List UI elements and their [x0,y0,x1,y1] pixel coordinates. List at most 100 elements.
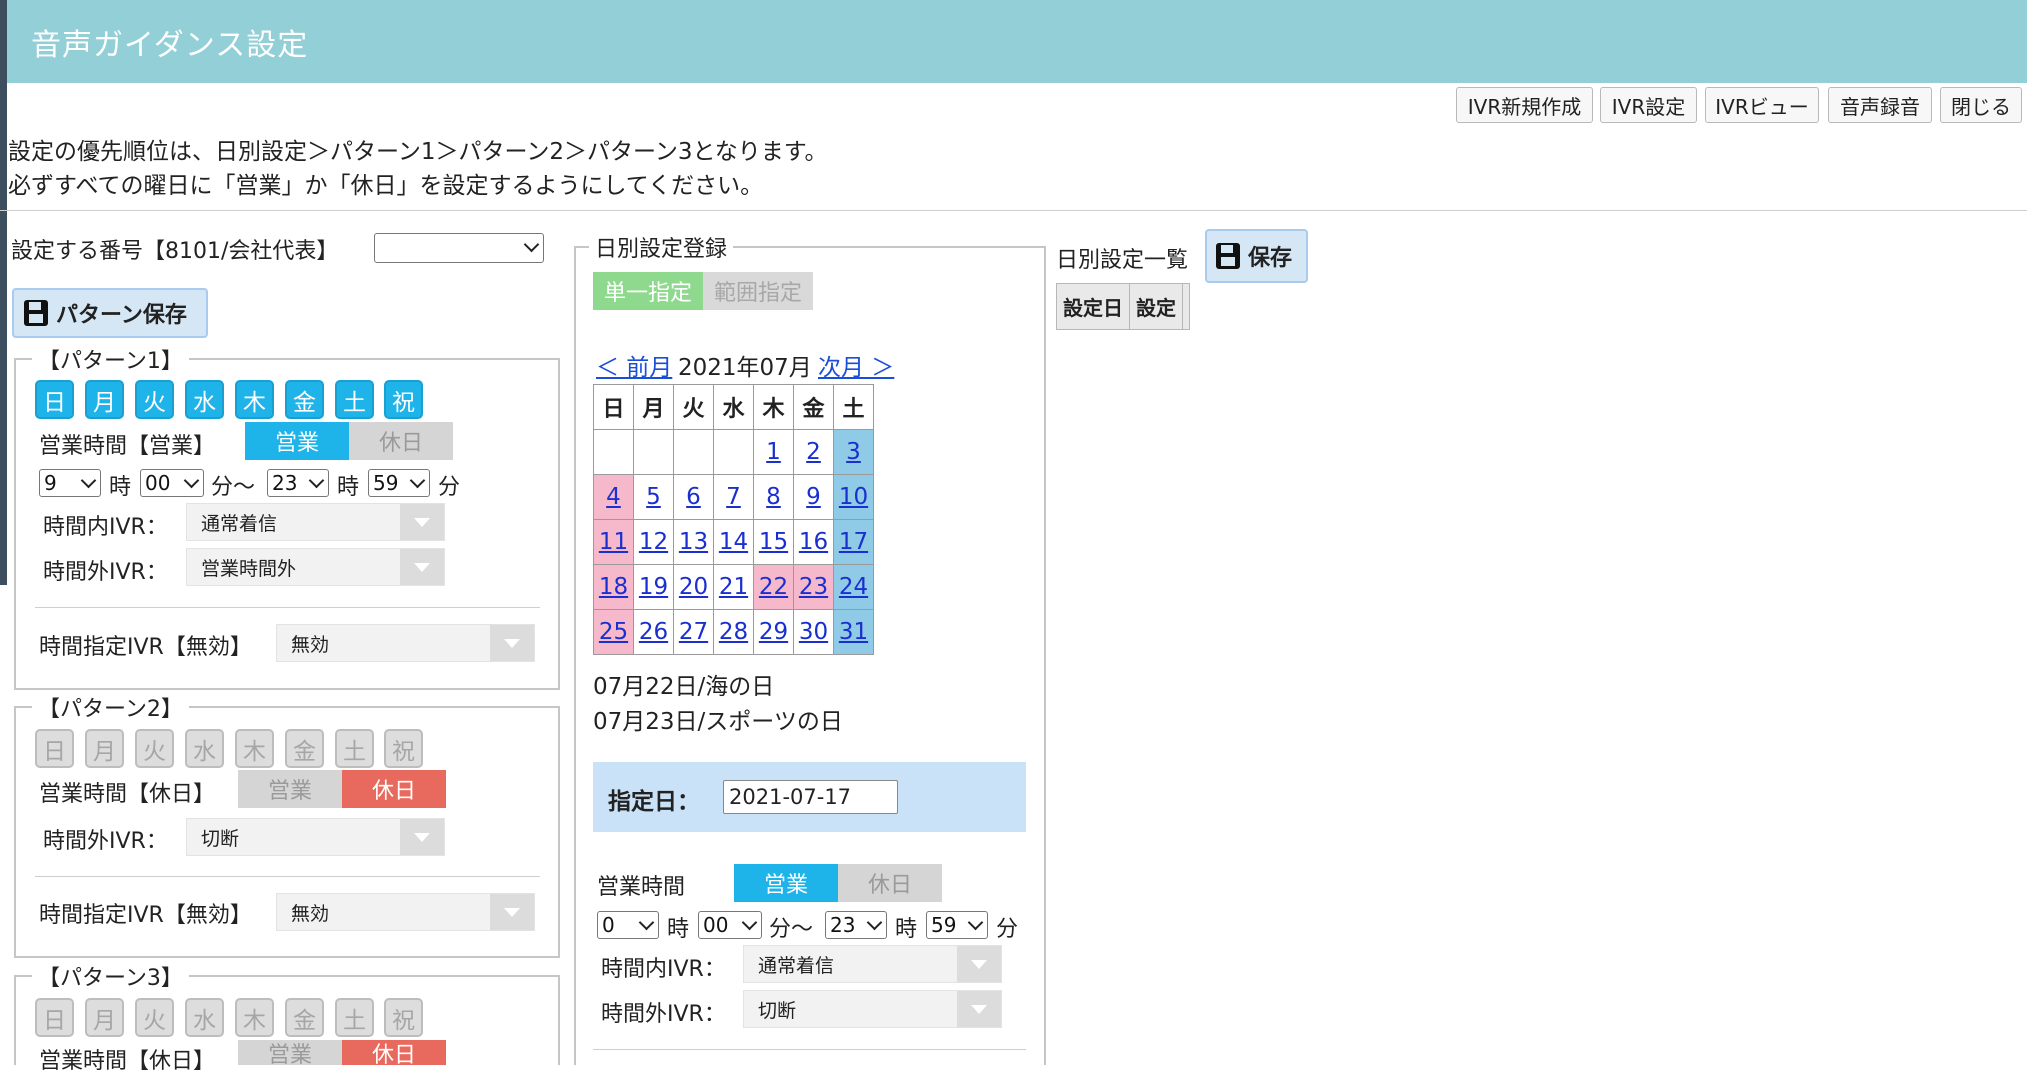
p1-day-sun[interactable]: 日 [35,380,74,419]
ivr-settings-button[interactable]: IVR設定 [1600,87,1697,123]
p2-closed-toggle[interactable]: 休日 [342,770,446,808]
calendar-day-link[interactable]: 16 [799,529,828,555]
calendar-day-link[interactable]: 27 [679,619,708,645]
ivr-view-button[interactable]: IVRビュー [1705,87,1819,123]
p1-in-ivr-select[interactable]: 通常着信 [186,503,445,541]
p1-day-holiday[interactable]: 祝 [384,380,423,419]
p2-day-mon[interactable]: 月 [85,729,124,768]
app-header: 音声ガイダンス設定 [0,0,2027,83]
pattern-save-button[interactable]: パターン保存 [12,288,208,338]
calendar-day-link[interactable]: 15 [759,529,788,555]
calendar-day-link[interactable]: 30 [799,619,828,645]
p1-timed-ivr-select[interactable]: 無効 [276,624,535,662]
daily-closed-toggle[interactable]: 休日 [838,864,942,902]
calendar-day-link[interactable]: 24 [839,574,868,600]
calendar-day-link[interactable]: 5 [646,484,661,510]
p1-day-tue[interactable]: 火 [135,380,174,419]
calendar-day-link[interactable]: 20 [679,574,708,600]
p2-day-tue[interactable]: 火 [135,729,174,768]
p2-day-wed[interactable]: 水 [185,729,224,768]
p1-day-fri[interactable]: 金 [285,380,324,419]
p3-day-sun[interactable]: 日 [35,998,74,1037]
daily-start-hour-select[interactable]: 0 [597,911,659,939]
p2-timed-ivr-select[interactable]: 無効 [276,893,535,931]
calendar-day-link[interactable]: 23 [799,574,828,600]
daily-end-min-select[interactable]: 59 [926,911,988,939]
p3-day-tue[interactable]: 火 [135,998,174,1037]
daily-open-toggle[interactable]: 営業 [734,864,838,902]
voice-record-button[interactable]: 音声録音 [1828,87,1932,123]
ivr-new-button[interactable]: IVR新規作成 [1456,87,1593,123]
calendar-day-cell: 15 [753,519,794,565]
daily-end-hour-select[interactable]: 23 [825,911,887,939]
daily-save-button[interactable]: 保存 [1205,229,1308,283]
calendar-day-link[interactable]: 21 [719,574,748,600]
number-select[interactable] [374,233,544,263]
calendar-day-cell: 11 [593,519,634,565]
p1-day-thu[interactable]: 木 [235,380,274,419]
p3-day-wed[interactable]: 水 [185,998,224,1037]
calendar-day-link[interactable]: 31 [839,619,868,645]
calendar-day-link[interactable]: 6 [686,484,701,510]
p1-end-min-select[interactable]: 59 [368,469,430,497]
p2-day-thu[interactable]: 木 [235,729,274,768]
p3-day-fri[interactable]: 金 [285,998,324,1037]
calendar-day-link[interactable]: 13 [679,529,708,555]
weekday-header: 月 [633,384,674,430]
p1-start-hour-select[interactable]: 9 [39,469,101,497]
range-mode-tab[interactable]: 範囲指定 [703,272,813,310]
calendar-day-link[interactable]: 8 [766,484,781,510]
calendar-day-link[interactable]: 4 [606,484,621,510]
daily-in-ivr-label: 時間内IVR： [601,957,726,982]
p3-closed-toggle[interactable]: 休日 [342,1040,446,1068]
p1-day-wed[interactable]: 水 [185,380,224,419]
calendar-day-link[interactable]: 28 [719,619,748,645]
p3-day-sat[interactable]: 土 [335,998,374,1037]
daily-in-ivr-select[interactable]: 通常着信 [743,945,1002,983]
calendar-day-link[interactable]: 10 [839,484,868,510]
daily-out-ivr-label: 時間外IVR： [601,1002,726,1027]
p3-day-thu[interactable]: 木 [235,998,274,1037]
close-button[interactable]: 閉じる [1940,87,2022,123]
p1-day-mon[interactable]: 月 [85,380,124,419]
calendar-day-link[interactable]: 26 [639,619,668,645]
p2-day-sun[interactable]: 日 [35,729,74,768]
p2-day-sat[interactable]: 土 [335,729,374,768]
p1-day-sat[interactable]: 土 [335,380,374,419]
p1-open-toggle[interactable]: 営業 [245,422,349,460]
p1-start-min-select[interactable]: 00 [140,469,204,497]
calendar-day-link[interactable]: 3 [846,439,861,465]
prev-month-link[interactable]: ＜ 前月 [596,348,672,382]
calendar-day-link[interactable]: 14 [719,529,748,555]
p2-out-ivr-select[interactable]: 切断 [186,818,445,856]
single-date-mode-tab[interactable]: 単一指定 [593,272,703,310]
calendar-day-link[interactable]: 9 [806,484,821,510]
calendar-day-link[interactable]: 12 [639,529,668,555]
p2-open-toggle[interactable]: 営業 [238,770,342,808]
calendar-day-link[interactable]: 7 [726,484,741,510]
date-input[interactable]: 2021-07-17 [723,780,898,814]
p1-closed-toggle[interactable]: 休日 [349,422,453,460]
p3-open-toggle[interactable]: 営業 [238,1040,342,1068]
p3-day-holiday[interactable]: 祝 [384,998,423,1037]
calendar-day-link[interactable]: 22 [759,574,788,600]
next-month-link[interactable]: 次月 ＞ [818,348,894,382]
pattern3-legend: 【パターン3】 [32,960,189,992]
p2-day-holiday[interactable]: 祝 [384,729,423,768]
calendar-day-link[interactable]: 11 [599,529,628,555]
divider [0,210,2027,211]
calendar-day-link[interactable]: 19 [639,574,668,600]
calendar-day-link[interactable]: 2 [806,439,821,465]
p1-end-hour-select[interactable]: 23 [267,469,329,497]
p1-timed-ivr-value: 無効 [291,633,330,656]
daily-out-ivr-select[interactable]: 切断 [743,990,1002,1028]
daily-start-min-select[interactable]: 00 [698,911,762,939]
calendar-day-link[interactable]: 29 [759,619,788,645]
calendar-day-link[interactable]: 1 [766,439,781,465]
p1-out-ivr-select[interactable]: 営業時間外 [186,548,445,586]
calendar-day-link[interactable]: 25 [599,619,628,645]
p3-day-mon[interactable]: 月 [85,998,124,1037]
calendar-day-link[interactable]: 17 [839,529,868,555]
calendar-day-link[interactable]: 18 [599,574,628,600]
p2-day-fri[interactable]: 金 [285,729,324,768]
